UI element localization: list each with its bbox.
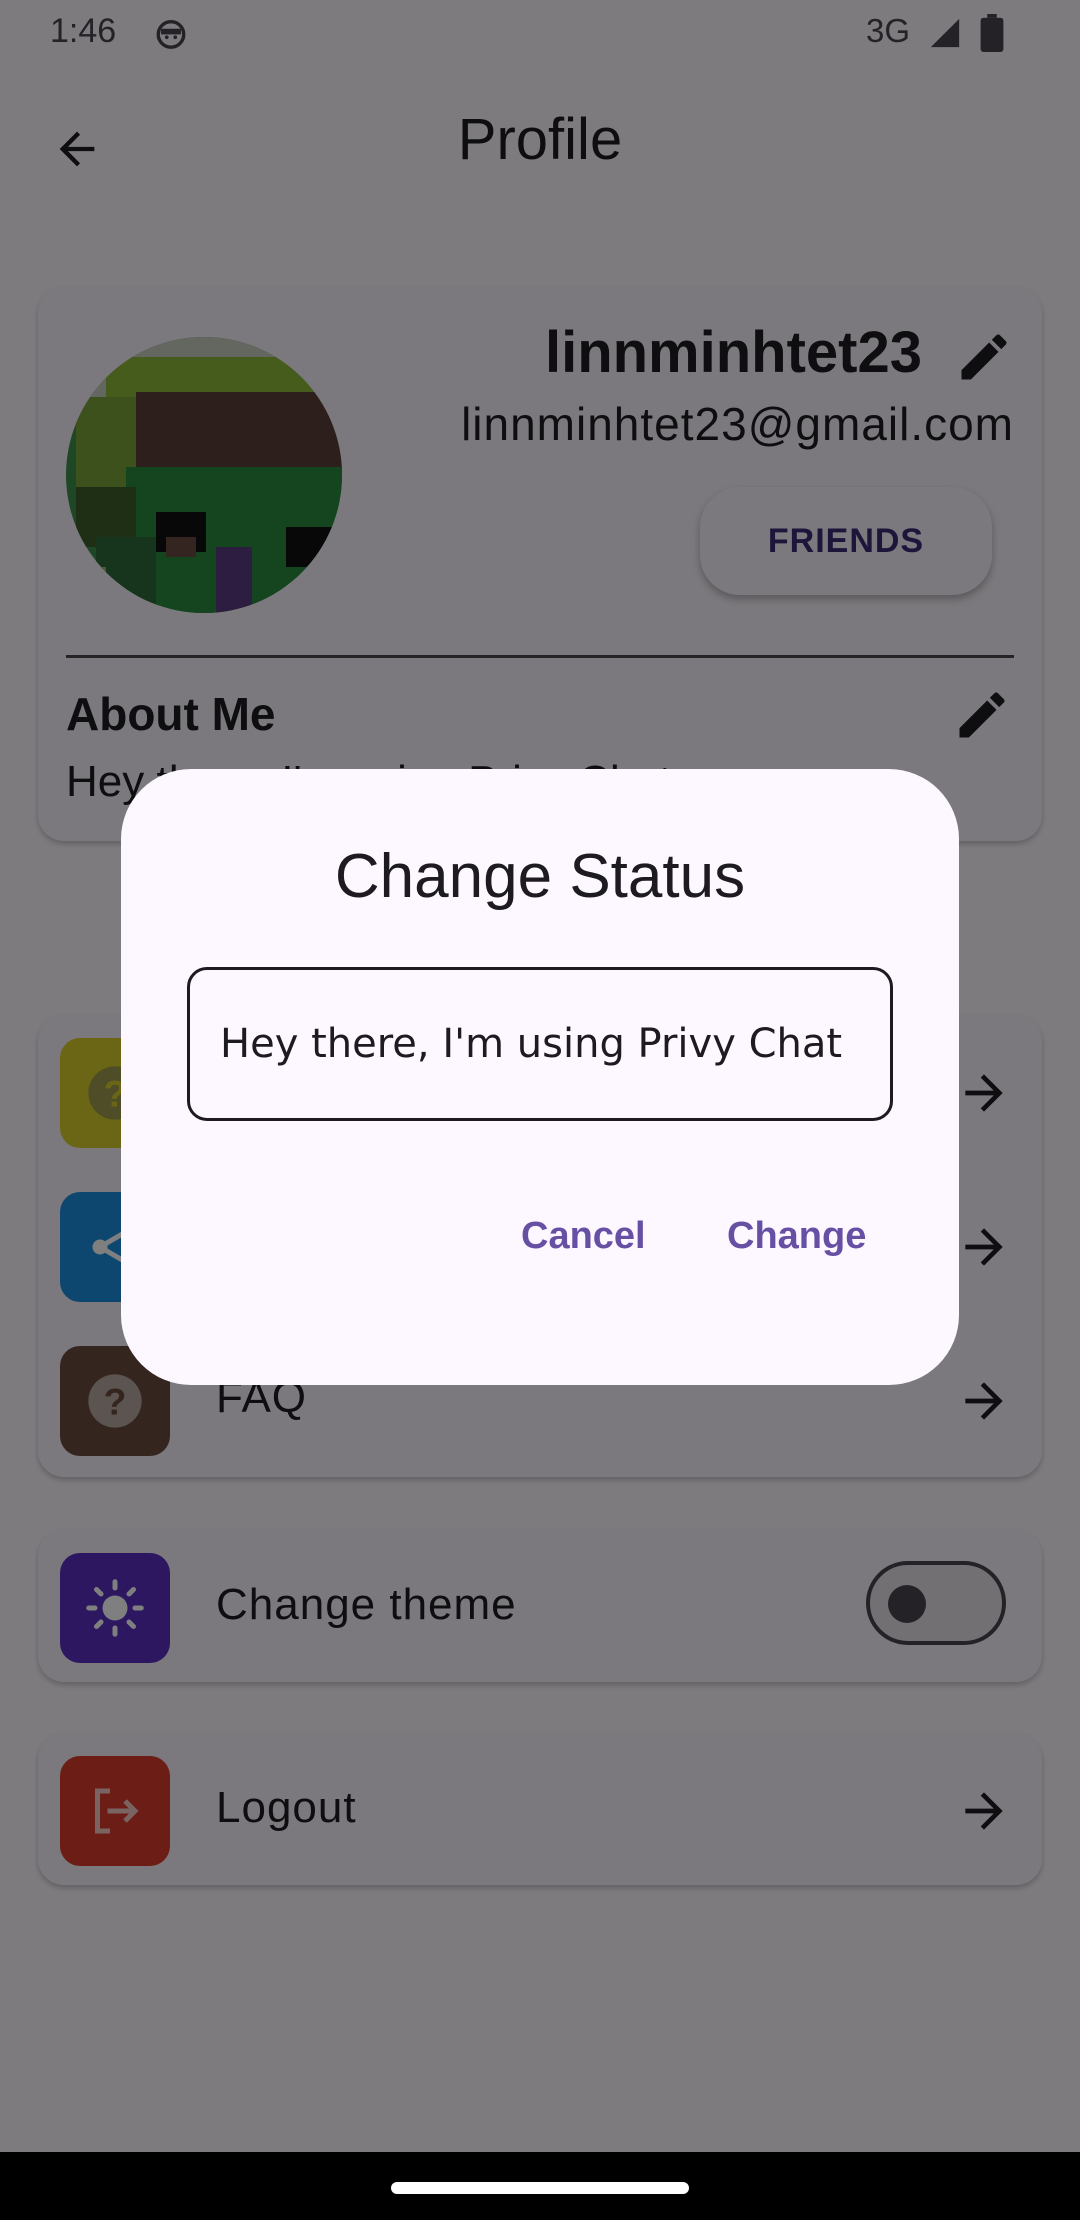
home-handle[interactable]: [391, 2182, 689, 2194]
navigation-bar: [0, 2152, 1080, 2220]
status-input[interactable]: [187, 967, 893, 1121]
change-status-dialog: Change Status Cancel Change: [121, 769, 959, 1385]
dialog-title: Change Status: [334, 842, 746, 911]
change-button[interactable]: Change: [727, 1215, 866, 1258]
cancel-button[interactable]: Cancel: [521, 1215, 646, 1258]
